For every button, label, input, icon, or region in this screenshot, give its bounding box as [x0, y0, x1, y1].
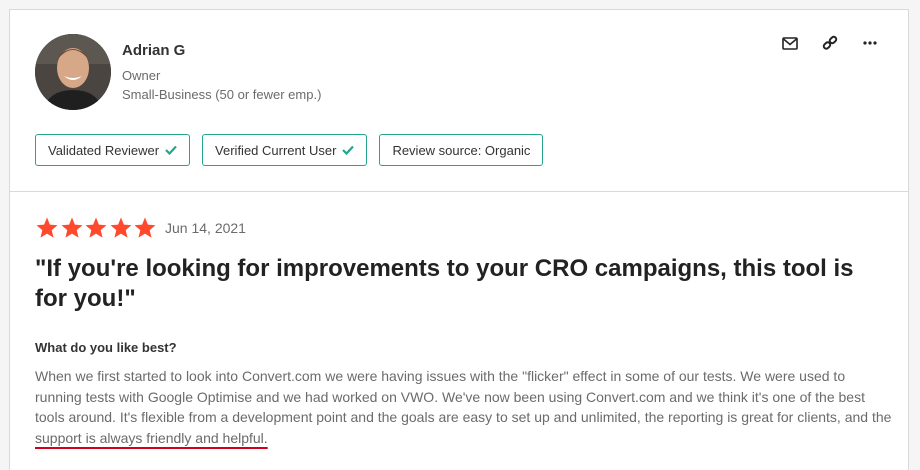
badge-label: Verified Current User: [215, 142, 337, 158]
review-source-badge[interactable]: Review source: Organic: [379, 134, 544, 166]
star-icon: [35, 216, 59, 240]
star-icon: [60, 216, 84, 240]
validated-reviewer-badge[interactable]: Validated Reviewer: [35, 134, 191, 166]
badge-label: Validated Reviewer: [48, 142, 160, 158]
star-icon: [109, 216, 133, 240]
link-icon[interactable]: [810, 32, 850, 54]
review-actions: [770, 32, 890, 54]
reviewer-name[interactable]: Adrian G: [122, 42, 185, 59]
star-icon: [84, 216, 108, 240]
question-label: What do you like best?: [35, 340, 177, 355]
check-icon: [342, 145, 355, 155]
avatar[interactable]: [35, 34, 111, 110]
review-title: "If you're looking for improvements to y…: [35, 255, 854, 312]
review-card: Adrian G Owner Small-Business (50 or few…: [9, 9, 909, 470]
review-answer: When we first started to look into Conve…: [35, 366, 895, 448]
badge-row: Validated Reviewer Verified Current User…: [35, 134, 555, 166]
review-date: Jun 14, 2021: [165, 220, 246, 236]
star-rating: [35, 216, 158, 240]
check-icon: [165, 145, 177, 155]
reviewer-role: Owner: [122, 68, 161, 83]
answer-highlight: support is always friendly and helpful.: [35, 429, 268, 446]
more-icon[interactable]: [850, 32, 890, 54]
reviewer-company: Small-Business (50 or fewer emp.): [122, 87, 322, 102]
mail-icon[interactable]: [770, 32, 810, 54]
verified-user-badge[interactable]: Verified Current User: [202, 134, 368, 166]
answer-text: When we first started to look into Conve…: [35, 368, 892, 425]
badge-label: Review source: Organic: [392, 142, 531, 158]
divider: [10, 191, 908, 192]
star-icon: [133, 216, 157, 240]
